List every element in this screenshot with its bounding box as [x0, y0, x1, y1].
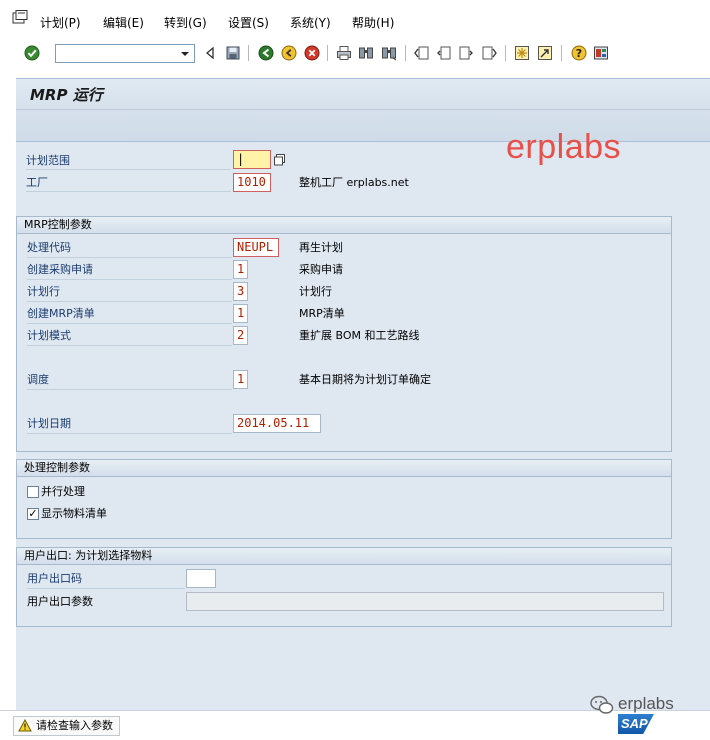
label-underline: [27, 279, 232, 280]
find-next-icon[interactable]: [381, 45, 397, 61]
group-title: 处理控制参数: [17, 460, 671, 477]
processing-key-input[interactable]: NEUPL: [233, 238, 279, 257]
title-divider: [16, 109, 710, 110]
planning-date-label: 计划日期: [27, 417, 71, 430]
label-underline: [27, 301, 232, 302]
command-field[interactable]: [55, 44, 195, 63]
schedule-lines-desc: 计划行: [299, 285, 332, 298]
menu-settings[interactable]: 设置(S): [228, 16, 269, 30]
parallel-processing-label: 并行处理: [41, 485, 85, 498]
user-exit-group: 用户出口: 为计划选择物料 用户出口码 用户出口参数: [16, 547, 672, 627]
standard-toolbar: ?: [0, 39, 710, 67]
group-title: MRP控制参数: [17, 217, 671, 234]
command-input[interactable]: [56, 45, 174, 62]
label-underline: [26, 169, 231, 170]
label-underline: [27, 323, 232, 324]
exit-icon[interactable]: [281, 45, 297, 61]
planning-mode-desc: 重扩展 BOM 和工艺路线: [299, 329, 420, 342]
value-help-icon[interactable]: [273, 153, 287, 167]
processing-key-desc: 再生计划: [299, 241, 343, 254]
shortcut-icon[interactable]: [537, 45, 553, 61]
toolbar-separator: [327, 45, 328, 61]
plant-input[interactable]: 1010: [233, 173, 271, 192]
next-page-icon[interactable]: [458, 45, 474, 61]
find-icon[interactable]: [358, 45, 374, 61]
menu-bar: 计划(P) 编辑(E) 转到(G) 设置(S) 系统(Y) 帮助(H): [0, 0, 710, 38]
plant-label: 工厂: [26, 176, 48, 189]
label-underline: [26, 191, 231, 192]
label-underline: [27, 433, 232, 434]
svg-text:?: ?: [576, 47, 582, 60]
user-exit-key-label: 用户出口码: [27, 572, 82, 585]
layout-icon[interactable]: [593, 45, 609, 61]
create-mrp-list-input[interactable]: 1: [233, 304, 248, 323]
label-underline: [27, 257, 232, 258]
text-cursor: |: [237, 152, 245, 166]
save-icon[interactable]: [225, 45, 241, 61]
display-material-list-checkbox[interactable]: ✓: [27, 508, 39, 520]
cancel-icon[interactable]: [304, 45, 320, 61]
menu-goto[interactable]: 转到(G): [164, 16, 207, 30]
label-underline: [27, 389, 232, 390]
planning-scope-input[interactable]: |: [233, 150, 271, 169]
menu-system[interactable]: 系统(Y): [290, 16, 331, 30]
planning-mode-input[interactable]: 2: [233, 326, 248, 345]
status-message[interactable]: 请检查输入参数: [13, 716, 120, 736]
toolbar-separator: [505, 45, 506, 61]
planning-mode-label: 计划模式: [27, 329, 71, 342]
planning-date-input[interactable]: 2014.05.11: [233, 414, 321, 433]
schedule-lines-input[interactable]: 3: [233, 282, 248, 301]
plant-description: 整机工厂 erplabs.net: [299, 176, 409, 189]
scheduling-desc: 基本日期将为计划订单确定: [299, 373, 431, 386]
help-icon[interactable]: ?: [571, 45, 587, 61]
display-material-list-label: 显示物料清单: [41, 507, 107, 520]
toolbar-separator: [561, 45, 562, 61]
toolbar-separator: [405, 45, 406, 61]
warning-icon: [18, 718, 32, 731]
label-underline: [27, 588, 185, 589]
toolbar-separator: [248, 45, 249, 61]
group-title: 用户出口: 为计划选择物料: [17, 548, 671, 565]
schedule-lines-label: 计划行: [27, 285, 60, 298]
create-mrp-list-desc: MRP清单: [299, 307, 345, 320]
menu-help[interactable]: 帮助(H): [352, 16, 394, 30]
create-mrp-list-label: 创建MRP清单: [27, 307, 95, 320]
last-page-icon[interactable]: [481, 45, 497, 61]
menu-edit[interactable]: 编辑(E): [103, 16, 144, 30]
planning-scope-label: 计划范围: [26, 154, 70, 167]
scheduling-input[interactable]: 1: [233, 370, 248, 389]
label-underline: [27, 345, 232, 346]
chevron-down-icon[interactable]: [176, 45, 194, 62]
back-icon[interactable]: [202, 45, 218, 61]
create-purreq-desc: 采购申请: [299, 263, 343, 276]
create-purreq-input[interactable]: 1: [233, 260, 248, 279]
scheduling-label: 调度: [27, 373, 49, 386]
enter-icon[interactable]: [24, 45, 40, 61]
parallel-processing-checkbox[interactable]: [27, 486, 39, 498]
wechat-icon: [590, 695, 614, 714]
create-purreq-label: 创建采购申请: [27, 263, 93, 276]
user-exit-param-input: [186, 592, 664, 611]
main-form: 计划范围 | 工厂 1010 整机工厂 erplabs.net MRP控制参数 …: [16, 142, 710, 710]
back-green-icon[interactable]: [258, 45, 274, 61]
system-menu-icon[interactable]: [12, 10, 28, 24]
user-exit-param-label: 用户出口参数: [27, 595, 93, 608]
menu-plan[interactable]: 计划(P): [40, 16, 81, 30]
first-page-icon[interactable]: [414, 45, 430, 61]
user-exit-key-input[interactable]: [186, 569, 216, 588]
watermark-text: erplabs: [506, 128, 622, 166]
mrp-control-group: MRP控制参数 处理代码 NEUPL 再生计划 创建采购申请 1 采购申请 计划…: [16, 216, 672, 452]
prev-page-icon[interactable]: [436, 45, 452, 61]
processing-key-label: 处理代码: [27, 241, 71, 254]
print-icon[interactable]: [336, 45, 352, 61]
process-control-group: 处理控制参数 并行处理 ✓ 显示物料清单: [16, 459, 672, 539]
page-title: MRP 运行: [30, 86, 103, 104]
wechat-watermark: erplabs: [590, 694, 674, 715]
new-session-icon[interactable]: [514, 45, 530, 61]
